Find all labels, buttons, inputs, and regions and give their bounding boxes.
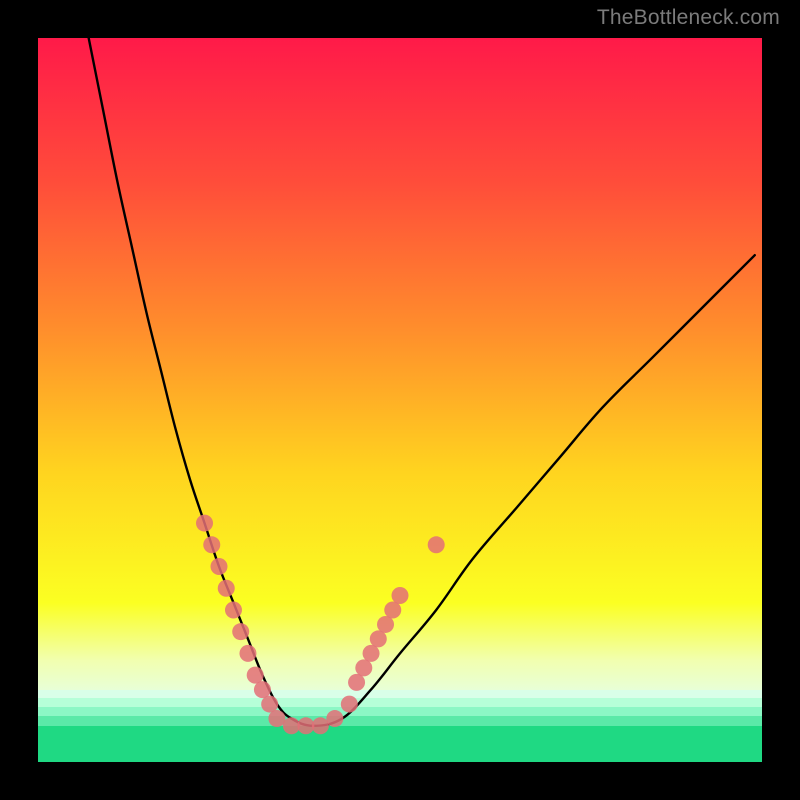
chart-overlay: [38, 38, 762, 762]
chart-frame: TheBottleneck.com: [0, 0, 800, 800]
scatter-point: [283, 717, 300, 734]
scatter-point: [211, 558, 228, 575]
scatter-point: [297, 717, 314, 734]
scatter-point: [268, 710, 285, 727]
scatter-point: [384, 601, 401, 618]
scatter-point: [218, 580, 235, 597]
scatter-point: [355, 659, 372, 676]
scatter-point: [326, 710, 343, 727]
scatter-point: [239, 645, 256, 662]
scatter-point: [225, 601, 242, 618]
scatter-point: [196, 515, 213, 532]
scatter-point: [348, 674, 365, 691]
scatter-point: [377, 616, 394, 633]
scatter-point: [254, 681, 271, 698]
curve-bottleneck-curve: [89, 38, 755, 726]
plot-area: [38, 38, 762, 762]
scatter-point: [428, 536, 445, 553]
scatter-point: [261, 696, 278, 713]
scatter-point: [341, 696, 358, 713]
scatter-point: [203, 536, 220, 553]
scatter-point: [363, 645, 380, 662]
watermark-text: TheBottleneck.com: [597, 6, 780, 30]
scatter-point: [370, 630, 387, 647]
scatter-point: [312, 717, 329, 734]
scatter-point: [392, 587, 409, 604]
scatter-point: [232, 623, 249, 640]
scatter-point: [247, 667, 264, 684]
